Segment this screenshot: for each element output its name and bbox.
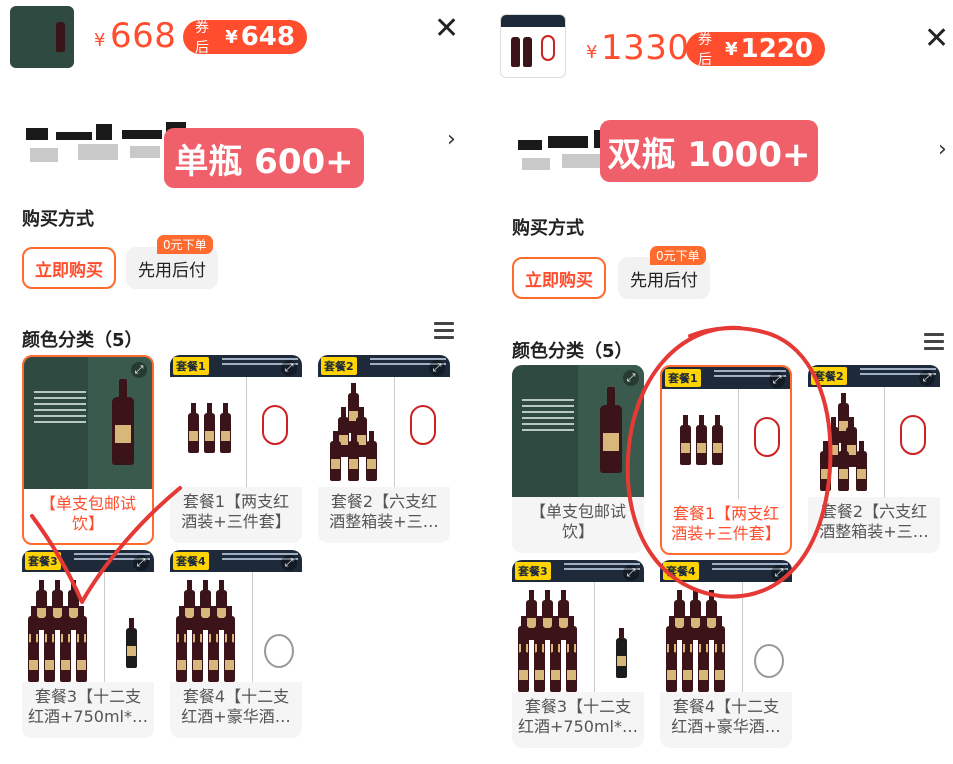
expand-icon[interactable]: ⤢ [919,370,935,386]
variant-caption: 【单支包邮试饮】 [39,494,136,533]
variant-card-set2[interactable]: 套餐2 ⤢ 套餐2【六支红酒整箱装+三… [318,355,450,543]
coupon-price-badge: 券后 ¥ 1220 [686,32,825,68]
expand-icon[interactable]: ⤢ [281,360,297,376]
coupon-currency: ¥ [225,26,238,48]
single-bottle-tag: 单瓶 600+ [164,128,364,188]
variant-card-set4[interactable]: 套餐4 ⤢ 套餐4【十二支红酒+豪华酒… [170,550,302,738]
price-currency: ¥ [586,42,598,63]
expand-icon[interactable]: ⤢ [131,362,147,378]
chevron-right-icon[interactable]: › [938,137,947,162]
price-value: 1330 [601,28,690,68]
variant-caption: 【单支包邮试饮】 [529,502,626,541]
package-tag: 套餐1 [665,369,701,387]
price-value: 668 [110,16,177,56]
package-tag: 套餐4 [663,562,699,580]
list-view-icon[interactable] [434,322,454,343]
package-tag: 套餐3 [25,552,61,570]
variant-caption: 套餐4【十二支红酒+豪华酒… [671,697,781,736]
variant-image: ⤢ [512,365,644,497]
variant-card-single[interactable]: ⤢ 【单支包邮试饮】 [512,365,644,553]
buy-method-title: 购买方式 [512,218,584,239]
zero-yuan-badge: 0元下单 [157,235,213,254]
zero-yuan-badge: 0元下单 [650,246,706,265]
close-icon[interactable]: ✕ [924,24,949,54]
variant-card-set1[interactable]: 套餐1 ⤢ 套餐1【两支红酒装+三件套】 [660,365,792,555]
sku-panel-double: ¥ 1330 券后 ¥ 1220 ✕ 双瓶 1000+ › 购买方式 立即购买 … [490,0,953,764]
variant-caption: 套餐3【十二支红酒+750ml*… [28,687,148,726]
variant-caption: 套餐2【六支红酒整箱装+三… [329,492,439,531]
sku-panel-single: ¥ 668 券后 ¥ 648 ✕ 单瓶 600+ › 购买方式 立即购买 先用后… [0,0,476,764]
variant-image: 套餐2 ⤢ [318,355,450,487]
package-tag: 套餐2 [811,367,847,385]
variant-card-set2[interactable]: 套餐2 ⤢ 套餐2【六支红酒整箱装+三… [808,365,940,553]
double-bottle-tag: 双瓶 1000+ [600,120,818,182]
product-thumbnail[interactable] [10,6,74,68]
list-view-icon[interactable] [924,333,944,354]
coupon-price: 1220 [740,34,813,64]
package-tag: 套餐2 [321,357,357,375]
price-currency: ¥ [94,30,106,51]
expand-icon[interactable]: ⤢ [281,555,297,571]
package-tag: 套餐1 [173,357,209,375]
expand-icon[interactable]: ⤢ [133,555,149,571]
expand-icon[interactable]: ⤢ [771,565,787,581]
buy-now-button[interactable]: 立即购买 [22,247,116,289]
coupon-price-badge: 券后 ¥ 648 [183,20,307,56]
package-tag: 套餐3 [515,562,551,580]
variant-card-set1[interactable]: 套餐1 ⤢ 套餐1【两支红酒装+三件套】 [170,355,302,543]
variant-image: 套餐2 ⤢ [808,365,940,497]
variant-image: 套餐4 ⤢ [660,560,792,692]
variant-card-set4[interactable]: 套餐4 ⤢ 套餐4【十二支红酒+豪华酒… [660,560,792,748]
close-icon[interactable]: ✕ [434,14,459,44]
category-title: 颜色分类（5） [22,330,143,351]
coupon-label: 券后 [195,20,209,56]
variant-card-set3[interactable]: 套餐3 ⤢ 套餐3【十二支红酒+750ml*… [22,550,154,738]
variant-image: 套餐1 ⤢ [662,367,790,499]
variant-caption: 套餐4【十二支红酒+豪华酒… [181,687,291,726]
variant-image: 套餐4 ⤢ [170,550,302,682]
coupon-currency: ¥ [725,38,738,60]
variant-caption: 套餐1【两支红酒装+三件套】 [181,492,291,531]
chevron-right-icon[interactable]: › [447,127,456,152]
coupon-price: 648 [240,22,295,52]
variant-image: 套餐1 ⤢ [170,355,302,487]
variant-caption: 套餐1【两支红酒装+三件套】 [671,504,781,543]
buy-now-button[interactable]: 立即购买 [512,257,606,299]
expand-icon[interactable]: ⤢ [429,360,445,376]
package-tag: 套餐4 [173,552,209,570]
expand-icon[interactable]: ⤢ [769,372,785,388]
coupon-label: 券后 [698,32,712,68]
buy-method-title: 购买方式 [22,209,94,230]
variant-image: 套餐3 ⤢ [512,560,644,692]
variant-image: ⤢ [24,357,152,489]
variant-caption: 套餐3【十二支红酒+750ml*… [518,697,638,736]
category-title: 颜色分类（5） [512,341,633,362]
variant-caption: 套餐2【六支红酒整箱装+三… [819,502,929,541]
variant-card-set3[interactable]: 套餐3 ⤢ 套餐3【十二支红酒+750ml*… [512,560,644,748]
variant-image: 套餐3 ⤢ [22,550,154,682]
expand-icon[interactable]: ⤢ [623,565,639,581]
variant-card-single[interactable]: ⤢ 【单支包邮试饮】 [22,355,154,545]
expand-icon[interactable]: ⤢ [623,370,639,386]
product-thumbnail[interactable] [500,14,566,78]
